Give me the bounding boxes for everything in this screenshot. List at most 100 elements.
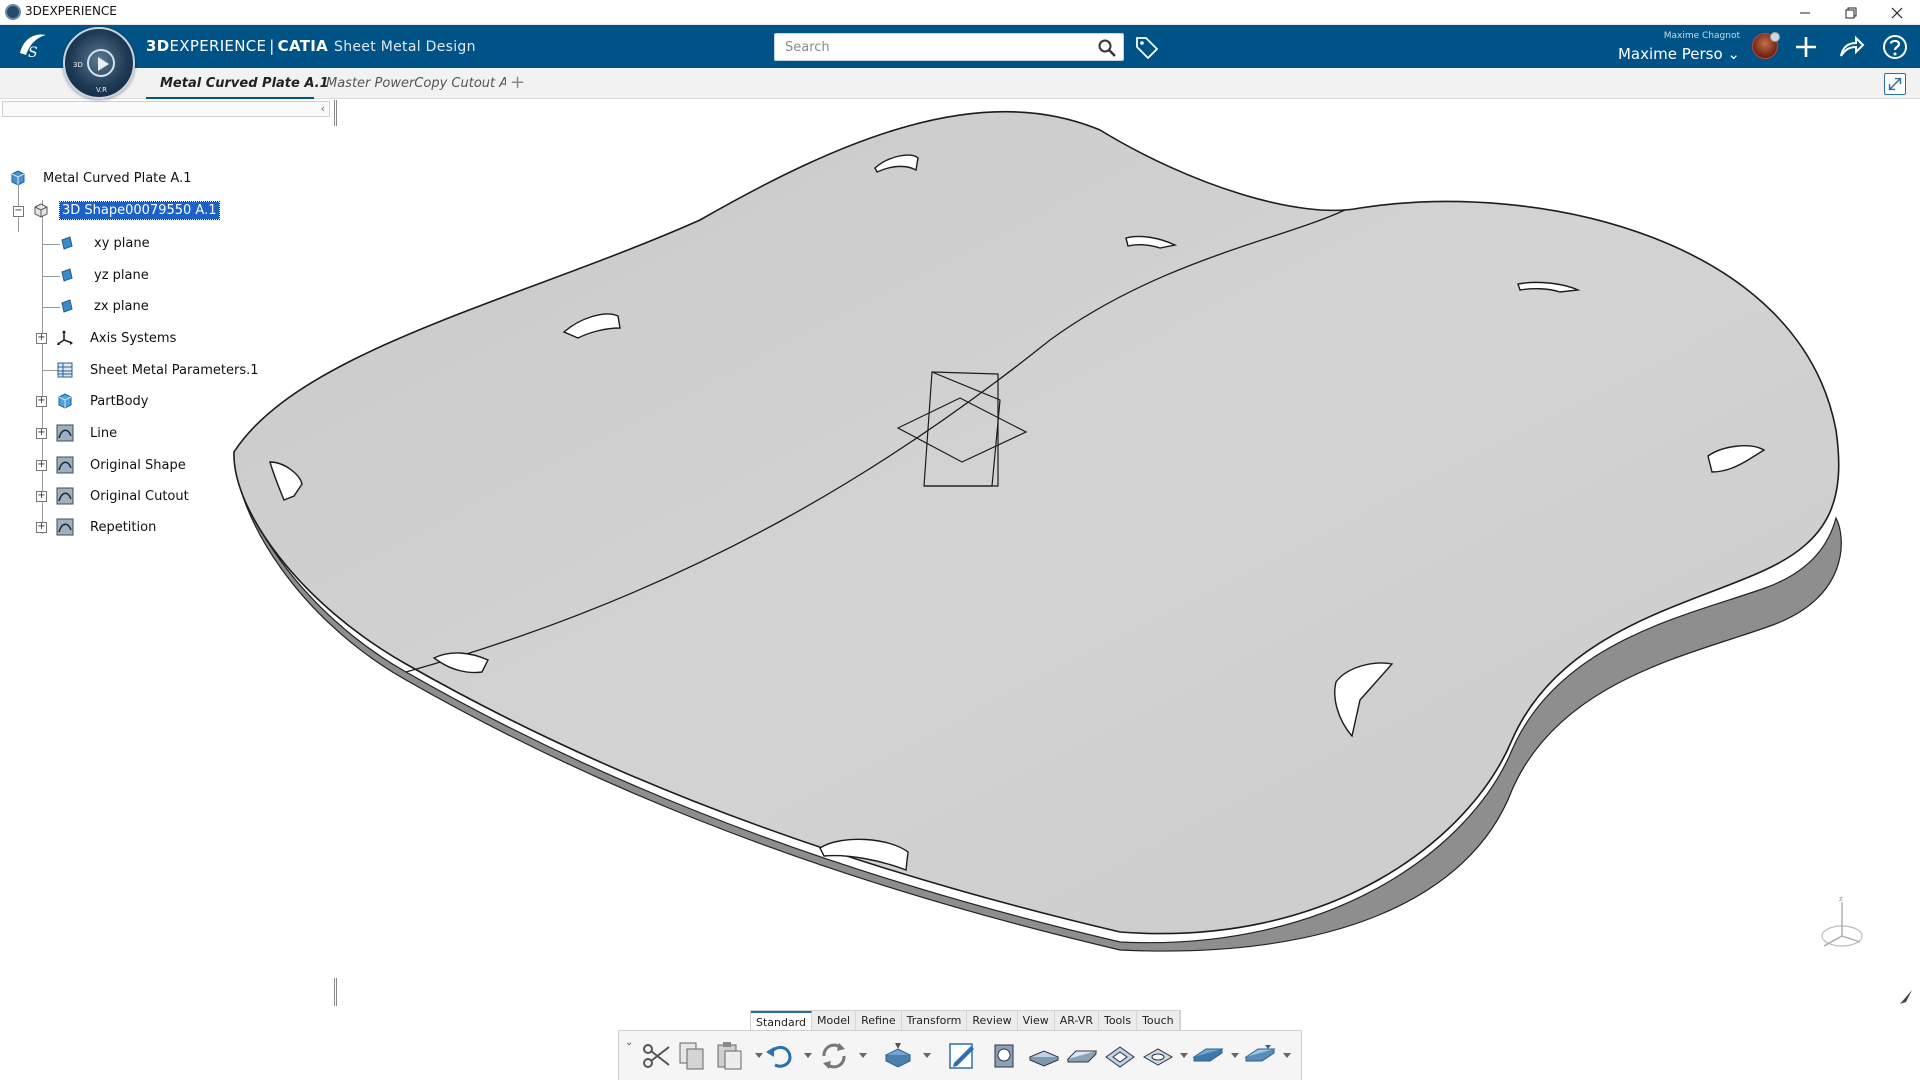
resize-corner-icon	[1900, 990, 1912, 1004]
chevron-down-icon[interactable]: ⌄	[625, 1037, 633, 1048]
tree-root-label: Metal Curved Plate A.1	[43, 170, 192, 186]
restore-icon	[1845, 7, 1857, 18]
tab-ar-vr[interactable]: AR-VR	[1055, 1011, 1099, 1030]
compass-vr-label: V.R	[96, 86, 107, 94]
dropdown-arrow-icon[interactable]	[1283, 1053, 1291, 1058]
plane-icon	[61, 268, 73, 282]
tab-tools[interactable]: Tools	[1099, 1011, 1138, 1030]
cut-icon[interactable]	[639, 1039, 673, 1073]
add-icon[interactable]	[1791, 32, 1821, 62]
undo-icon[interactable]	[763, 1039, 797, 1073]
tree-item-label: Original Cutout	[90, 488, 189, 504]
dropdown-arrow-icon[interactable]	[923, 1053, 931, 1058]
unfold-icon[interactable]	[1191, 1039, 1225, 1073]
app-header: S 3DEXPERIENCE|CATIASheet Metal Design M…	[0, 25, 1920, 68]
tree-item-zx-plane[interactable]: zx plane	[56, 295, 149, 317]
cutout-icon[interactable]	[1141, 1039, 1175, 1073]
expand-node-button[interactable]: +	[36, 522, 47, 533]
dropdown-arrow-icon[interactable]	[755, 1053, 763, 1058]
tab-master-powercopy[interactable]: Master PowerCopy Cutout A	[326, 68, 506, 99]
compass-widget[interactable]: 3D V.R	[63, 27, 135, 99]
tab-transform[interactable]: Transform	[902, 1011, 968, 1030]
dropdown-arrow-icon[interactable]	[1231, 1053, 1239, 1058]
plane-icon	[61, 299, 73, 313]
tree-splitter-handle[interactable]	[334, 100, 337, 126]
paste-icon[interactable]	[713, 1039, 747, 1073]
axis-orientation-icon[interactable]: z	[1816, 896, 1872, 956]
minimize-button[interactable]	[1782, 0, 1828, 25]
svg-text:S: S	[28, 45, 38, 61]
tree-item-xy-plane[interactable]: xy plane	[56, 232, 150, 254]
tree-item-original-shape[interactable]: Original Shape	[56, 454, 186, 476]
expand-icon[interactable]	[1884, 73, 1906, 95]
tag-icon[interactable]	[1134, 35, 1160, 59]
flange-icon[interactable]	[1027, 1039, 1061, 1073]
tab-touch[interactable]: Touch	[1137, 1011, 1180, 1030]
copy-icon[interactable]	[675, 1039, 709, 1073]
tree-line	[42, 200, 43, 534]
product-icon	[11, 170, 25, 186]
tree-item-partbody[interactable]: PartBody	[56, 390, 148, 412]
tree-item-sheet-metal-parameters[interactable]: Sheet Metal Parameters.1	[56, 359, 259, 381]
tab-metal-curved-plate[interactable]: Metal Curved Plate A.1	[146, 68, 329, 99]
stamp-icon[interactable]	[1103, 1039, 1137, 1073]
add-tab-button[interactable]: +	[510, 72, 525, 93]
expand-node-button[interactable]: +	[36, 491, 47, 502]
window-title-bar: 3DEXPERIENCE	[0, 0, 1920, 25]
tree-item-3d-shape[interactable]: 3D Shape00079550 A.1	[32, 199, 220, 221]
expand-node-button[interactable]: +	[36, 428, 47, 439]
tree-item-axis-systems[interactable]: Axis Systems	[56, 327, 176, 349]
compass-3d-label: 3D	[73, 61, 83, 69]
tab-refine[interactable]: Refine	[856, 1011, 902, 1030]
share-icon[interactable]	[1836, 32, 1866, 62]
update-icon[interactable]	[817, 1039, 851, 1073]
tree-splitter-handle-bottom[interactable]	[334, 978, 337, 1006]
app-icon	[5, 4, 21, 20]
collapse-tree-button[interactable]: ‹	[321, 102, 325, 115]
user-menu[interactable]: Maxime Chagnot Maxime Perso ⌄	[1600, 28, 1740, 66]
tree-item-label: Original Shape	[90, 457, 186, 473]
app-name: Sheet Metal Design	[334, 39, 476, 55]
tab-standard[interactable]: Standard	[751, 1011, 813, 1030]
hem-icon[interactable]	[1065, 1039, 1099, 1073]
ds-logo-icon[interactable]: S	[14, 29, 54, 63]
tree-item-label: Repetition	[90, 519, 157, 535]
tab-review[interactable]: Review	[967, 1011, 1018, 1030]
tree-item-label: Axis Systems	[90, 330, 177, 346]
dropdown-arrow-icon[interactable]	[1180, 1053, 1188, 1058]
tree-item-yz-plane[interactable]: yz plane	[56, 264, 149, 286]
tab-view[interactable]: View	[1018, 1011, 1055, 1030]
snap-icon[interactable]	[881, 1039, 915, 1073]
tab-model[interactable]: Model	[812, 1011, 857, 1030]
close-button[interactable]	[1874, 0, 1920, 25]
collapse-node-button[interactable]: −	[13, 206, 24, 217]
svg-text:z: z	[1839, 896, 1843, 903]
sketch-icon[interactable]	[945, 1039, 979, 1073]
tree-root[interactable]: Metal Curved Plate A.1	[9, 167, 191, 189]
play-icon[interactable]	[87, 49, 115, 77]
restore-button[interactable]	[1828, 0, 1874, 25]
fold-icon[interactable]	[1243, 1039, 1277, 1073]
geometric-set-icon	[56, 518, 74, 536]
3d-shape-icon	[34, 203, 48, 218]
tree-item-original-cutout[interactable]: Original Cutout	[56, 485, 189, 507]
tree-item-label: xy plane	[94, 235, 150, 251]
tree-item-line[interactable]: Line	[56, 422, 117, 444]
dropdown-arrow-icon[interactable]	[804, 1053, 812, 1058]
tree-item-repetition[interactable]: Repetition	[56, 516, 156, 538]
geometric-set-icon	[56, 456, 74, 474]
expand-node-button[interactable]: +	[36, 460, 47, 471]
tree-item-label: PartBody	[90, 393, 149, 409]
action-bar: ⌄	[618, 1030, 1302, 1080]
tree-item-label: Line	[90, 425, 118, 441]
expand-node-button[interactable]: +	[36, 333, 47, 344]
dropdown-arrow-icon[interactable]	[859, 1053, 867, 1058]
plane-icon	[61, 236, 73, 250]
help-icon[interactable]	[1880, 32, 1910, 62]
search-input[interactable]	[783, 37, 1093, 57]
geometric-set-icon	[56, 424, 74, 442]
wall-icon[interactable]	[987, 1039, 1021, 1073]
search-icon[interactable]	[1097, 38, 1117, 58]
curved-plate-surface	[233, 111, 1840, 935]
expand-node-button[interactable]: +	[36, 396, 47, 407]
